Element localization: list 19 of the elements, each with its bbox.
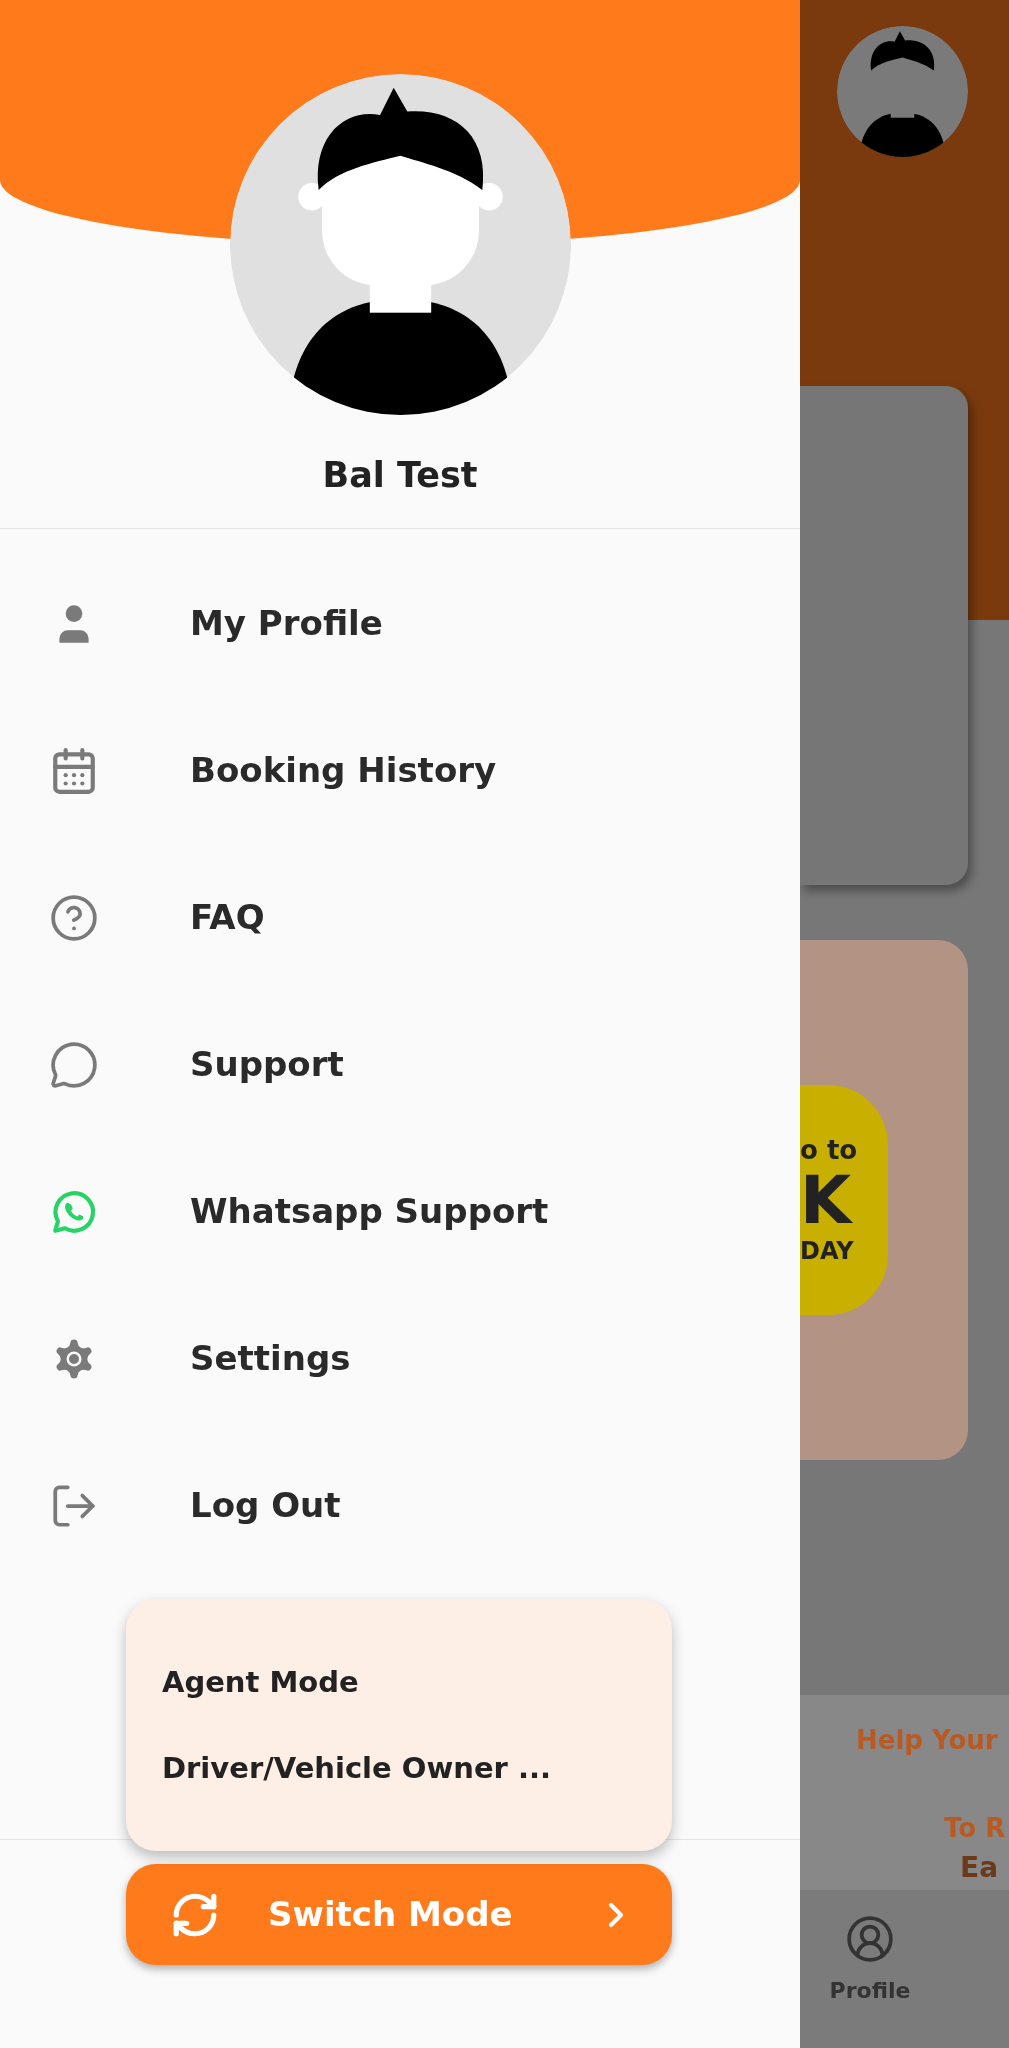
menu-item[interactable]: Booking History: [0, 697, 800, 844]
profile-icon: [845, 1914, 895, 1964]
banner-text: To R: [944, 1813, 1006, 1843]
menu-item[interactable]: FAQ: [0, 844, 800, 991]
user-name: Bal Test: [322, 455, 478, 495]
promo-amount: K: [800, 1165, 854, 1237]
chat-bubble-icon: [49, 1039, 99, 1090]
menu-item[interactable]: Log Out: [0, 1432, 800, 1579]
banner-title: Help Your: [856, 1725, 998, 1755]
promo-text: DAY: [800, 1237, 855, 1265]
mode-option[interactable]: Driver/Vehicle Owner ...: [162, 1750, 551, 1786]
menu-item[interactable]: Whatsapp Support: [0, 1138, 800, 1285]
banner-text: Ea: [960, 1853, 999, 1883]
mode-option[interactable]: Agent Mode: [162, 1664, 359, 1700]
help-icon: [49, 892, 99, 943]
menu-item[interactable]: Support: [0, 991, 800, 1138]
promo-text: o to: [800, 1135, 859, 1165]
menu-item[interactable]: Settings: [0, 1285, 800, 1432]
menu-item[interactable]: My Profile: [0, 550, 800, 697]
